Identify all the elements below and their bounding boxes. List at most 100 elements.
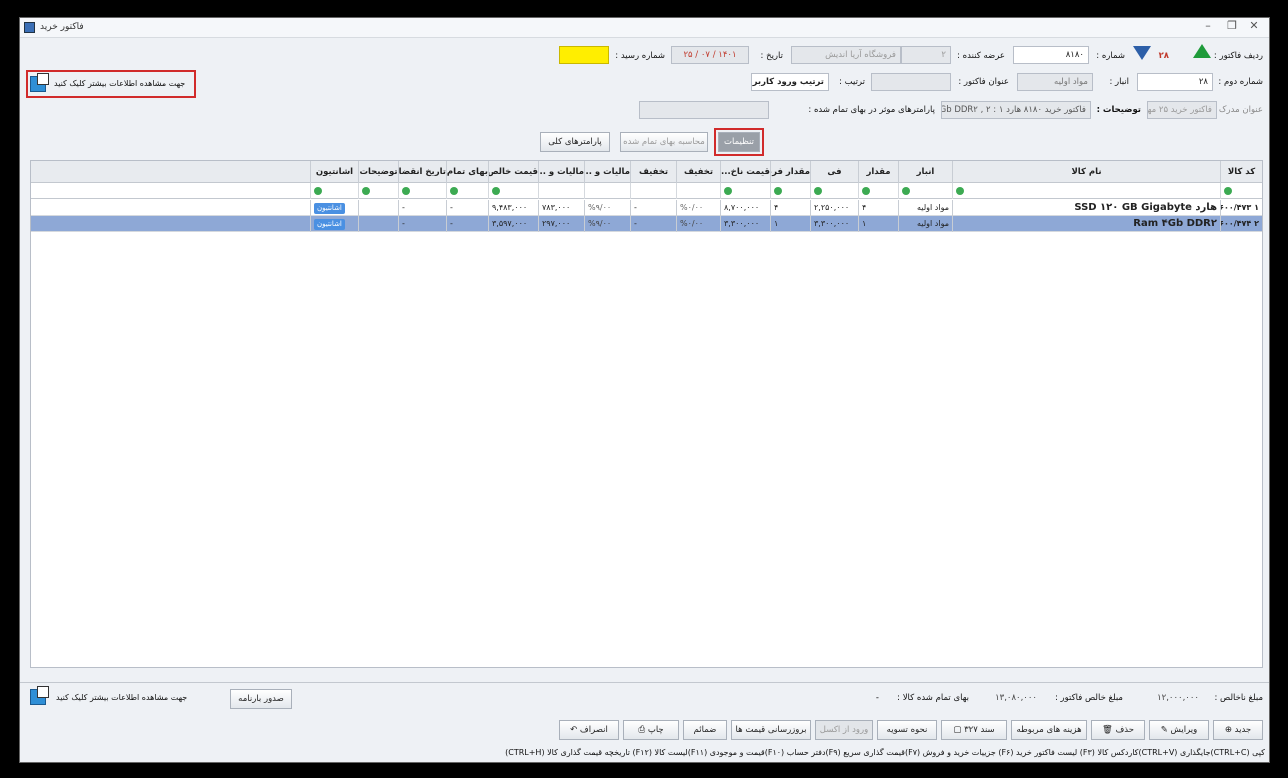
filter-icon: [450, 187, 458, 195]
filter-icon: [814, 187, 822, 195]
col-cost[interactable]: بهای تمام...: [446, 161, 488, 183]
issue-cargo-button[interactable]: صدور بارنامه: [230, 689, 292, 709]
cost-value: -: [875, 693, 879, 703]
col-discount-pct[interactable]: تخفیف: [676, 161, 720, 183]
order-select[interactable]: ترتیب ورود کاربر: [751, 73, 829, 91]
prev-arrow-icon[interactable]: [1133, 46, 1151, 60]
info-window-icon[interactable]: [30, 686, 49, 705]
maximize-button[interactable]: ❐: [1221, 19, 1243, 36]
edit-button[interactable]: ویرایش ✎: [1149, 720, 1209, 740]
gift-button[interactable]: اشانتیون: [314, 219, 345, 230]
col-sub-qty[interactable]: مقدار فرعی: [770, 161, 810, 183]
filter-icon: [862, 187, 870, 195]
window-title: فاکتور خرید: [40, 22, 84, 32]
second-number-field[interactable]: ۲۸: [1137, 73, 1213, 91]
table-row[interactable]: ۲ ۶۰۰/۴۷۴ Ram ۴Gb DDR۲ مواد اولیه ۱ ۳,۳۰…: [31, 216, 1262, 232]
doc-button[interactable]: سند ۳۲۷ ▢: [941, 720, 1007, 740]
col-expiry[interactable]: تاریخ انقضا: [398, 161, 446, 183]
filter-cell[interactable]: [584, 183, 630, 199]
col-discount[interactable]: تخفیف: [630, 161, 676, 183]
filter-cell[interactable]: [858, 183, 898, 199]
filter-row: [31, 183, 1262, 199]
filter-icon: [314, 187, 322, 195]
edit-icon: ✎: [1160, 725, 1168, 735]
doc-title-label: عنوان مدرک :: [1213, 105, 1263, 115]
number-field[interactable]: ۸۱۸۰: [1013, 46, 1089, 64]
settings-button[interactable]: تنظیمات: [718, 132, 760, 152]
plus-icon: ⊕: [1224, 725, 1232, 735]
col-name[interactable]: نام کالا: [952, 161, 1220, 183]
cell-name: هارد SSD ۱۲۰ GB Gigabyte: [952, 200, 1220, 216]
attachments-button[interactable]: ضمائم: [683, 720, 727, 740]
related-costs-button[interactable]: هزینه های مربوطه: [1011, 720, 1087, 740]
table-row[interactable]: ۱ ۶۰۰/۴۷۳ هارد SSD ۱۲۰ GB Gigabyte مواد …: [31, 200, 1262, 216]
filter-icon: [492, 187, 500, 195]
col-gross[interactable]: قیمت ناخ...: [720, 161, 770, 183]
filter-cell[interactable]: [446, 183, 488, 199]
filter-cell[interactable]: [676, 183, 720, 199]
col-notes[interactable]: توضیحات: [358, 161, 398, 183]
cell-discount: -: [630, 216, 676, 232]
filter-cell[interactable]: [358, 183, 398, 199]
general-params-button[interactable]: پارامترهای کلی: [540, 132, 610, 152]
info-link-top[interactable]: جهت مشاهده اطلاعات بیشتر کلیک کنید: [54, 79, 185, 88]
gift-button[interactable]: اشانتیون: [314, 203, 345, 214]
col-price[interactable]: فی: [810, 161, 858, 183]
filter-cell[interactable]: [398, 183, 446, 199]
params-field[interactable]: [639, 101, 769, 119]
col-gift[interactable]: اشانتیون: [310, 161, 358, 183]
receipt-field[interactable]: [559, 46, 609, 64]
description-field[interactable]: فاکتور خرید ۸۱۸۰ هارد ۱ : Ram ۴Gb DDR۲ ,…: [941, 101, 1091, 119]
info-link-bottom[interactable]: جهت مشاهده اطلاعات بیشتر کلیک کنید: [56, 693, 187, 702]
doc-title-field[interactable]: فاکتور خرید ۲۵ مهر: [1147, 101, 1217, 119]
price-update-button[interactable]: بروزرسانی قیمت ها: [731, 720, 811, 740]
filter-cell[interactable]: [488, 183, 538, 199]
print-button[interactable]: چاپ ⎙: [623, 720, 679, 740]
info-window-icon[interactable]: [30, 73, 49, 92]
cost-label: بهای تمام شده کالا :: [897, 693, 969, 703]
col-warehouse[interactable]: انبار: [898, 161, 952, 183]
settlement-button[interactable]: نحوه تسویه: [877, 720, 937, 740]
filter-cell[interactable]: [810, 183, 858, 199]
cost-calc-button[interactable]: محاسبه بهای تمام شده: [620, 132, 708, 152]
col-code[interactable]: کد کالا: [1220, 161, 1262, 183]
col-tax[interactable]: مالیات و ...: [538, 161, 584, 183]
supplier-name-field[interactable]: فروشگاه آریا اندیش: [791, 46, 901, 64]
col-qty[interactable]: مقدار: [858, 161, 898, 183]
cancel-label: انصراف: [579, 725, 608, 735]
minimize-button[interactable]: –: [1197, 19, 1219, 36]
filter-cell[interactable]: [310, 183, 358, 199]
net-value: ۱۳,۰۸۰,۰۰۰: [995, 693, 1037, 703]
delete-button[interactable]: حذف 🗑: [1091, 720, 1145, 740]
supplier-label: عرضه کننده :: [957, 51, 1005, 61]
filter-cell[interactable]: [720, 183, 770, 199]
warehouse-select[interactable]: مواد اولیه: [1017, 73, 1093, 91]
close-button[interactable]: ✕: [1243, 19, 1265, 36]
cell-discount: -: [630, 200, 676, 216]
supplier-code-field[interactable]: ۲: [901, 46, 951, 64]
filter-cell[interactable]: [1220, 183, 1262, 199]
filter-cell[interactable]: [952, 183, 1220, 199]
doc-label: سند ۳۲۷: [964, 725, 995, 735]
filter-cell[interactable]: [538, 183, 584, 199]
filter-cell[interactable]: [630, 183, 676, 199]
cell-notes: [358, 216, 398, 232]
date-field[interactable]: ۱۴۰۱ / ۰۷ / ۲۵: [671, 46, 749, 64]
cell-tax-pct: %۹/۰۰: [584, 200, 630, 216]
cancel-button[interactable]: انصراف ↶: [559, 720, 619, 740]
next-arrow-icon[interactable]: [1193, 44, 1211, 58]
row-number: ۲: [1254, 219, 1259, 228]
item-code: ۶۰۰/۴۷۴: [1220, 219, 1252, 228]
title-bar: فاکتور خرید – ❐ ✕: [20, 18, 1269, 38]
new-button[interactable]: جدید ⊕: [1213, 720, 1263, 740]
cell-cost: -: [446, 200, 488, 216]
filter-cell[interactable]: [898, 183, 952, 199]
warehouse-label: انبار :: [1109, 77, 1129, 87]
col-net[interactable]: قیمت خالص: [488, 161, 538, 183]
import-excel-button[interactable]: ورود از اکسل: [815, 720, 873, 740]
invoice-title-select[interactable]: [871, 73, 951, 91]
cell-name: Ram ۴Gb DDR۲: [952, 216, 1220, 232]
filter-icon: [724, 187, 732, 195]
filter-cell[interactable]: [770, 183, 810, 199]
col-tax-pct[interactable]: مالیات و ...: [584, 161, 630, 183]
